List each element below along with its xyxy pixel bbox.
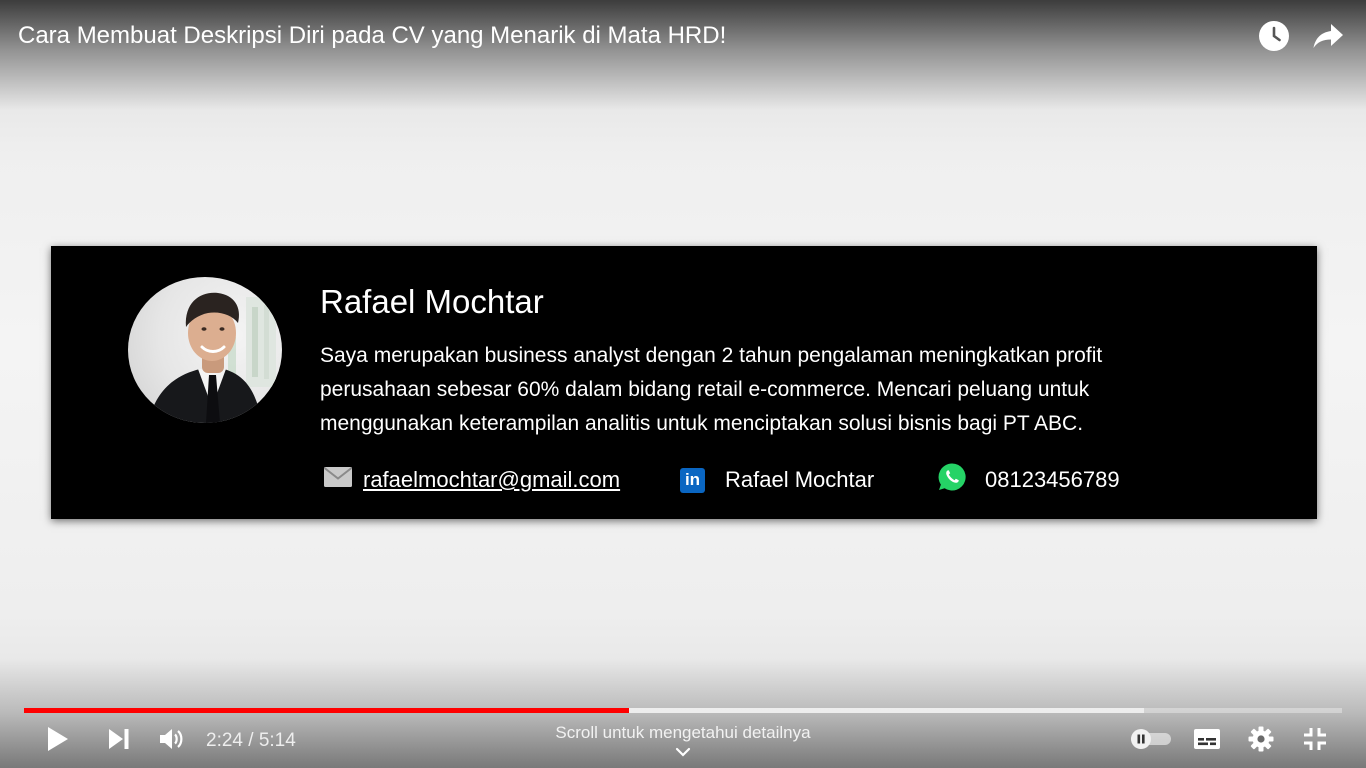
whatsapp-icon (937, 462, 967, 498)
settings-button[interactable] (1241, 722, 1281, 760)
contact-linkedin: in Rafael Mochtar (680, 462, 874, 498)
cv-description-line: perusahaan sebesar 60% dalam bidang reta… (320, 378, 1090, 401)
contact-phone: 08123456789 (937, 462, 1120, 498)
subtitles-icon (1193, 728, 1221, 755)
share-icon[interactable] (1310, 18, 1346, 54)
contact-row: rafaelmochtar@gmail.com in Rafael Mochta… (323, 462, 1223, 498)
email-link: rafaelmochtar@gmail.com (363, 467, 621, 492)
settings-icon (1248, 726, 1274, 757)
next-button[interactable] (99, 722, 139, 760)
exit-fullscreen-icon (1303, 727, 1327, 756)
autoplay-toggle[interactable] (1128, 722, 1174, 760)
subtitles-button[interactable] (1187, 722, 1227, 760)
top-gradient (0, 0, 1366, 110)
linkedin-name: Rafael Mochtar (725, 467, 875, 492)
phone-number: 08123456789 (985, 467, 1120, 492)
cv-description-line: Saya merupakan business analyst dengan 2… (320, 344, 1103, 367)
video-title[interactable]: Cara Membuat Deskripsi Diri pada CV yang… (18, 21, 726, 51)
play-button[interactable] (38, 722, 78, 760)
autoplay-toggle-icon (1129, 728, 1173, 755)
volume-button[interactable] (152, 722, 192, 760)
exit-fullscreen-button[interactable] (1295, 722, 1335, 760)
cv-header-card: Rafael Mochtar Saya merupakan business a… (51, 246, 1317, 519)
scroll-hint[interactable]: Scroll untuk mengetahui detailnya (483, 722, 883, 744)
volume-icon (159, 727, 185, 756)
play-icon (46, 726, 70, 757)
contact-email: rafaelmochtar@gmail.com (323, 462, 620, 498)
cv-description: Saya merupakan business analyst dengan 2… (320, 339, 1220, 441)
email-icon (323, 466, 353, 494)
progress-played (24, 708, 629, 713)
watch-later-icon[interactable] (1256, 18, 1292, 54)
profile-photo (128, 277, 282, 423)
cv-name: Rafael Mochtar (320, 283, 544, 320)
linkedin-icon: in (680, 467, 705, 493)
video-player[interactable]: Cara Membuat Deskripsi Diri pada CV yang… (0, 0, 1366, 768)
progress-bar[interactable] (24, 708, 1342, 713)
next-icon (108, 728, 130, 755)
chevron-down-icon[interactable] (673, 744, 693, 760)
cv-description-line: menggunakan keterampilan analitis untuk … (320, 412, 1084, 435)
time-display: 2:24 / 5:14 (206, 730, 296, 751)
